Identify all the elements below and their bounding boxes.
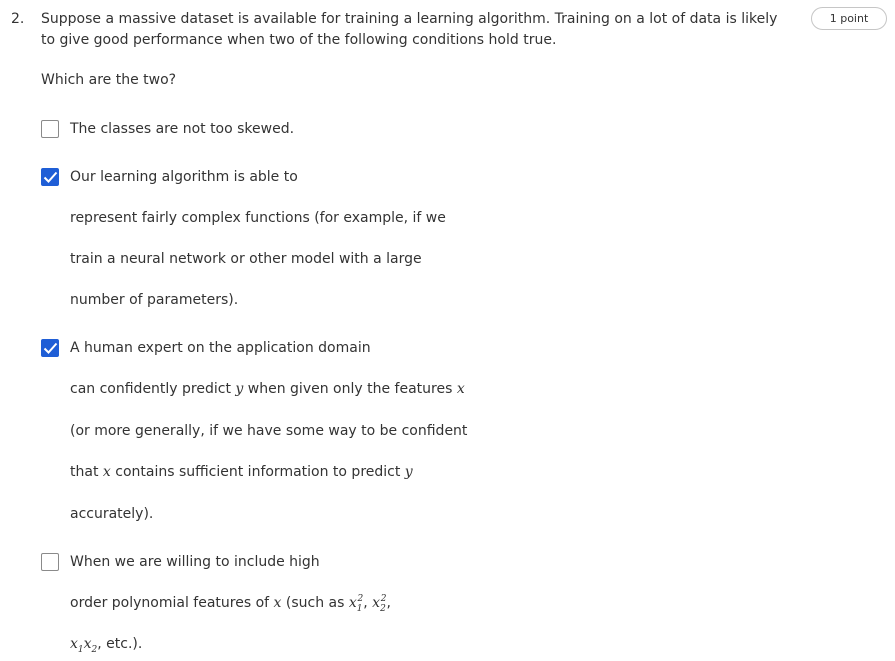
math-y: y: [404, 464, 413, 480]
option-label-line-3: train a neural network or other model wi…: [70, 251, 422, 267]
check-icon: [43, 171, 58, 183]
math-x1-x2: x1x2: [70, 636, 98, 655]
question-number: 2.: [11, 11, 25, 27]
option-label-line-2: order polynomial features of x (such as …: [70, 594, 391, 614]
math-x2-squared: x22: [372, 594, 387, 614]
points-badge: 1 point: [811, 7, 887, 30]
option-label-line-3: (or more generally, if we have some way …: [70, 423, 468, 439]
text-segment: (such as: [285, 595, 345, 611]
option-label-line-2: represent fairly complex functions (for …: [70, 210, 446, 226]
text-segment: when given only the features: [247, 381, 453, 397]
option-label-line-4: that x contains sufficient information t…: [70, 462, 413, 482]
checkbox-checked[interactable]: [41, 339, 59, 357]
text-segment: can confidently predict: [70, 381, 231, 397]
text-segment: , etc.).: [97, 636, 143, 652]
text-segment: contains sufficient information to predi…: [115, 464, 401, 480]
question-subtext: Which are the two?: [41, 72, 177, 88]
checkbox-unchecked[interactable]: [41, 120, 59, 138]
option-label-line-1: A human expert on the application domain: [70, 340, 371, 356]
text-segment: order polynomial features of: [70, 595, 270, 611]
option-label-line-5: accurately).: [70, 506, 154, 522]
checkbox-unchecked[interactable]: [41, 553, 59, 571]
check-icon: [43, 342, 58, 354]
checkbox-checked[interactable]: [41, 168, 59, 186]
option-label-line-1: When we are willing to include high: [70, 554, 320, 570]
math-x: x: [102, 464, 111, 480]
text-segment: that: [70, 464, 99, 480]
option-label-line-2: can confidently predict y when given onl…: [70, 379, 465, 399]
math-x1-squared: x12: [348, 594, 364, 614]
option-label-line-4: number of parameters).: [70, 292, 239, 308]
question-text: Suppose a massive dataset is available f…: [41, 11, 778, 48]
option-label-line-1: Our learning algorithm is able to: [70, 169, 298, 185]
math-x: x: [456, 381, 465, 397]
option-label-line-3: x1x2, etc.).: [70, 634, 142, 654]
option-label: The classes are not too skewed.: [70, 121, 295, 137]
